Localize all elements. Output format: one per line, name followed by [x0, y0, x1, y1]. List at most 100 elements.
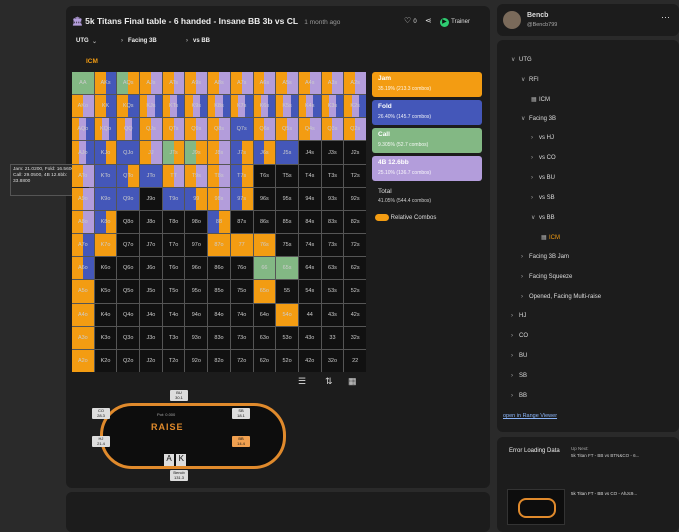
range-cell[interactable]: ATs [162, 72, 185, 95]
range-cell[interactable]: K3s [321, 95, 344, 118]
feed-item-1[interactable]: 5k Titan FT - BB vs BTN&CO - 6... [571, 453, 675, 458]
range-cell[interactable]: 86s [253, 210, 276, 234]
range-cell[interactable]: Q4o [117, 303, 140, 326]
share-icon[interactable]: ⋖ [425, 16, 432, 25]
range-cell[interactable]: 82o [208, 349, 230, 372]
range-cell[interactable]: A4s [298, 72, 321, 95]
tree-item[interactable]: ▦ ICM [531, 96, 550, 103]
range-cell[interactable]: J4s [298, 141, 321, 164]
range-cell[interactable]: 76s [253, 234, 276, 257]
range-cell[interactable]: AA [72, 72, 94, 95]
range-cell[interactable]: 32s [344, 326, 366, 349]
range-cell[interactable]: QJs [140, 118, 162, 141]
range-cell[interactable]: TT [162, 164, 185, 187]
range-cell[interactable]: 95o [185, 280, 208, 303]
crumb-position[interactable]: UTG [76, 38, 89, 44]
video-thumbnail[interactable] [507, 489, 565, 525]
range-cell[interactable]: A5o [72, 280, 94, 303]
range-cell[interactable]: K2o [94, 349, 117, 372]
range-cell[interactable]: Q5s [276, 118, 298, 141]
range-cell[interactable]: T7o [162, 234, 185, 257]
range-cell[interactable]: T4o [162, 303, 185, 326]
range-cell[interactable]: 52o [276, 349, 298, 372]
tree-item[interactable]: › Facing Squeeze [521, 274, 572, 280]
range-cell[interactable]: 55 [276, 280, 298, 303]
range-cell[interactable]: Q8o [117, 210, 140, 234]
range-cell[interactable]: K5s [276, 95, 298, 118]
range-cell[interactable]: T3o [162, 326, 185, 349]
range-cell[interactable]: 44 [298, 303, 321, 326]
range-cell[interactable]: K9s [185, 95, 208, 118]
range-cell[interactable]: 93s [321, 187, 344, 210]
range-cell[interactable]: 75s [276, 234, 298, 257]
range-cell[interactable]: T7s [230, 164, 253, 187]
range-cell[interactable]: J3s [321, 141, 344, 164]
legend-1[interactable]: Fold 26.40% (145.7 combos) [372, 100, 482, 125]
range-cell[interactable]: QTo [117, 164, 140, 187]
range-cell[interactable]: 85o [208, 280, 230, 303]
range-cell[interactable]: J5o [140, 280, 162, 303]
range-cell[interactable]: T8s [208, 164, 230, 187]
sort-icon[interactable]: ⇅ [325, 376, 333, 387]
range-cell[interactable]: T5o [162, 280, 185, 303]
range-cell[interactable]: Q9o [117, 187, 140, 210]
range-cell[interactable]: 82s [344, 210, 366, 234]
range-cell[interactable]: J4o [140, 303, 162, 326]
range-cell[interactable]: A8o [72, 210, 94, 234]
range-cell[interactable]: A8s [208, 72, 230, 95]
range-cell[interactable]: 22 [344, 349, 366, 372]
range-cell[interactable]: 83s [321, 210, 344, 234]
range-cell[interactable]: K6o [94, 257, 117, 280]
range-cell[interactable]: 97o [185, 234, 208, 257]
range-cell[interactable]: 73s [321, 234, 344, 257]
tree-item[interactable]: › HJ [511, 313, 526, 319]
crumb-vs[interactable]: vs BB [193, 38, 210, 44]
range-cell[interactable]: 43s [321, 303, 344, 326]
avatar[interactable] [503, 11, 521, 29]
tree-item[interactable]: › BU [511, 353, 527, 359]
range-cell[interactable]: KQs [117, 95, 140, 118]
range-cell[interactable]: 43o [298, 326, 321, 349]
range-cell[interactable]: 95s [276, 187, 298, 210]
list-icon[interactable]: ☰ [298, 376, 306, 387]
range-cell[interactable]: Q4s [298, 118, 321, 141]
range-cell[interactable]: J2s [344, 141, 366, 164]
range-cell[interactable]: 72o [230, 349, 253, 372]
range-cell[interactable]: Q5o [117, 280, 140, 303]
range-cell[interactable]: 64s [298, 257, 321, 280]
range-cell[interactable]: AQs [117, 72, 140, 95]
range-cell[interactable]: 63s [321, 257, 344, 280]
range-cell[interactable]: 94o [185, 303, 208, 326]
range-cell[interactable]: AJo [72, 141, 94, 164]
range-cell[interactable]: AJs [140, 72, 162, 95]
trainer-button[interactable]: Trainer [451, 19, 470, 25]
range-cell[interactable]: KK [94, 95, 117, 118]
range-cell[interactable]: J5s [276, 141, 298, 164]
range-cell[interactable]: J7o [140, 234, 162, 257]
range-cell[interactable]: A6s [253, 72, 276, 95]
range-cell[interactable]: T6s [253, 164, 276, 187]
range-cell[interactable]: T3s [321, 164, 344, 187]
tree-item[interactable]: › SB [511, 373, 527, 379]
tree-item[interactable]: › vs CO [531, 155, 556, 161]
range-cell[interactable]: A9o [72, 187, 94, 210]
range-cell[interactable]: Q2o [117, 349, 140, 372]
range-cell[interactable]: KQo [94, 118, 117, 141]
range-cell[interactable]: ATo [72, 164, 94, 187]
range-cell[interactable]: 85s [276, 210, 298, 234]
range-cell[interactable]: K9o [94, 187, 117, 210]
tree-item[interactable]: ▦ ICM [541, 234, 560, 241]
range-cell[interactable]: 42o [298, 349, 321, 372]
range-cell[interactable]: T9s [185, 164, 208, 187]
range-cell[interactable]: 75o [230, 280, 253, 303]
profile-name[interactable]: Bencb [527, 12, 548, 19]
range-cell[interactable]: 63o [253, 326, 276, 349]
range-cell[interactable]: 33 [321, 326, 344, 349]
range-cell[interactable]: 62o [253, 349, 276, 372]
range-cell[interactable]: 96s [253, 187, 276, 210]
range-cell[interactable]: 42s [344, 303, 366, 326]
range-cell[interactable]: Q3s [321, 118, 344, 141]
range-cell[interactable]: J9s [185, 141, 208, 164]
range-cell[interactable]: A7s [230, 72, 253, 95]
range-cell[interactable]: Q7o [117, 234, 140, 257]
